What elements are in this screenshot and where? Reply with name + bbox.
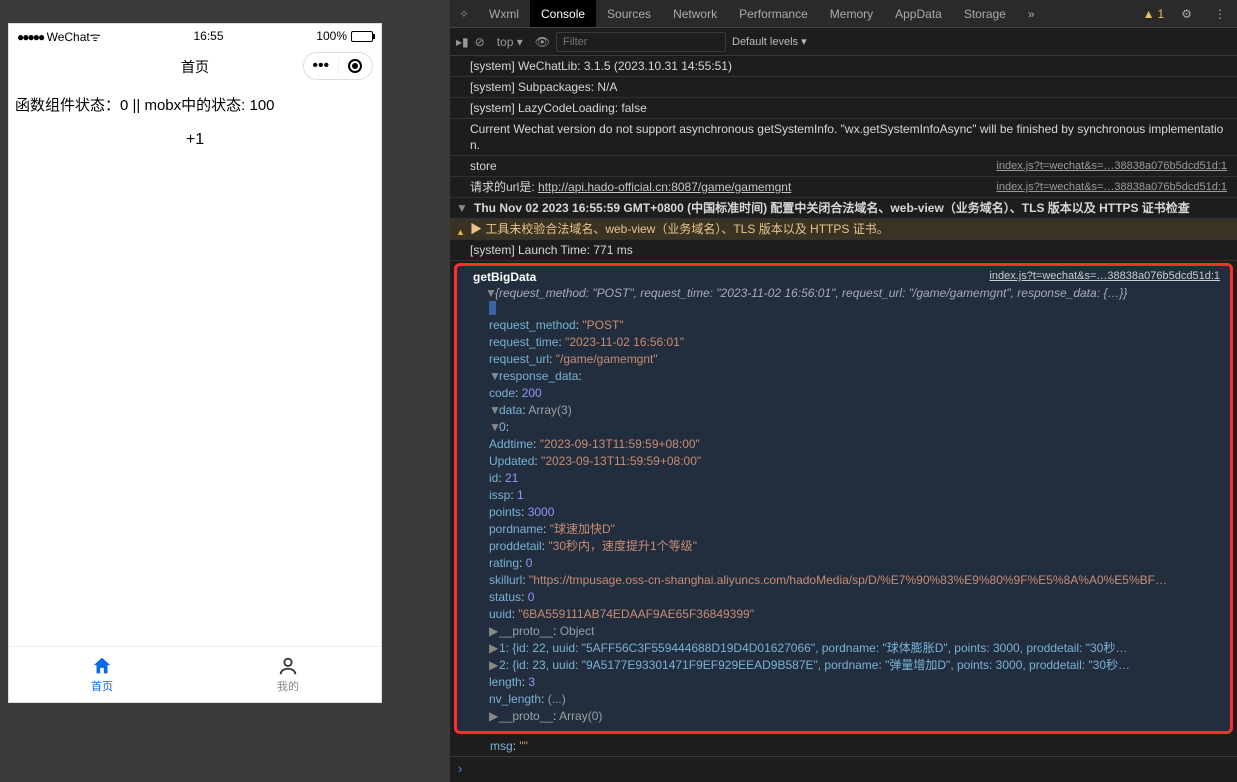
tab-label: 首页 bbox=[91, 678, 113, 694]
battery-icon bbox=[351, 31, 373, 42]
clock: 16:55 bbox=[193, 29, 223, 43]
element-picker-icon[interactable]: ⟡ bbox=[450, 0, 478, 27]
log-line: 请求的url是: http://api.hado-official.cn:808… bbox=[470, 179, 988, 195]
log-line: [system] WeChatLib: 3.1.5 (2023.10.31 14… bbox=[470, 58, 1233, 74]
disclosure-triangle-icon[interactable]: ▼ bbox=[456, 200, 466, 216]
sidebar-toggle-icon[interactable]: ▸▮ bbox=[456, 35, 469, 49]
tab-performance[interactable]: Performance bbox=[728, 0, 819, 27]
tabs-overflow-icon[interactable]: » bbox=[1017, 0, 1046, 27]
log-line: [system] Subpackages: N/A bbox=[470, 79, 1233, 95]
page-content: 函数组件状态：0 || mobx中的状态: 100 +1 bbox=[9, 86, 381, 646]
increment-button[interactable]: +1 bbox=[9, 123, 381, 157]
log-line: store bbox=[470, 158, 988, 174]
tab-console[interactable]: Console bbox=[530, 0, 596, 27]
tab-sources[interactable]: Sources bbox=[596, 0, 662, 27]
expanded-object: getBigData index.js?t=wechat&s=…38838a07… bbox=[454, 263, 1233, 734]
battery-group: 100% bbox=[316, 29, 373, 43]
log-line: [system] LazyCodeLoading: false bbox=[470, 100, 1233, 116]
tab-storage[interactable]: Storage bbox=[953, 0, 1017, 27]
log-line: msg: "" bbox=[470, 738, 1233, 754]
log-levels-selector[interactable]: Default levels ▾ bbox=[732, 35, 807, 48]
array-item-2[interactable]: 2: {id: 23, uuid: "9A5177E93301471F9EF92… bbox=[499, 658, 1130, 672]
settings-gear-icon[interactable]: ⚙ bbox=[1170, 0, 1203, 27]
console-prompt[interactable]: › bbox=[450, 756, 1237, 782]
capsule-close-icon[interactable] bbox=[339, 59, 373, 73]
tab-bar: 首页 我的 bbox=[9, 646, 381, 702]
devtools: ⟡ Wxml Console Sources Network Performan… bbox=[450, 0, 1237, 782]
tab-me[interactable]: 我的 bbox=[195, 647, 381, 702]
state-text: 函数组件状态：0 || mobx中的状态: 100 bbox=[9, 86, 381, 123]
home-icon bbox=[91, 655, 113, 677]
object-summary: ▼{request_method: "POST", request_time: … bbox=[459, 286, 1228, 300]
warning-count[interactable]: ▲1 bbox=[1137, 0, 1171, 27]
page-title: 首页 bbox=[181, 57, 209, 77]
source-link[interactable]: index.js?t=wechat&s=…38838a076b5dcd51d:1 bbox=[996, 179, 1233, 195]
array-item-1[interactable]: 1: {id: 22, uuid: "5AFF56C3F559444688D19… bbox=[499, 641, 1127, 655]
user-icon bbox=[277, 655, 299, 677]
status-bar: ●●●●● WeChatᯤ 16:55 100% bbox=[9, 24, 381, 48]
log-line: Current Wechat version do not support as… bbox=[470, 121, 1233, 153]
tab-network[interactable]: Network bbox=[662, 0, 728, 27]
tab-memory[interactable]: Memory bbox=[819, 0, 884, 27]
source-link[interactable]: index.js?t=wechat&s=…38838a076b5dcd51d:1 bbox=[996, 158, 1233, 174]
context-selector[interactable]: top ▾ bbox=[491, 35, 529, 49]
tab-appdata[interactable]: AppData bbox=[884, 0, 953, 27]
capsule-more-icon[interactable]: ••• bbox=[304, 57, 338, 75]
console-output[interactable]: [system] WeChatLib: 3.1.5 (2023.10.31 14… bbox=[450, 56, 1237, 756]
tab-wxml[interactable]: Wxml bbox=[478, 0, 530, 27]
simulator-pane: ●●●●● WeChatᯤ 16:55 100% 首页 ••• 函数组件状态：0 bbox=[0, 0, 450, 782]
phone-frame: ●●●●● WeChatᯤ 16:55 100% 首页 ••• 函数组件状态：0 bbox=[8, 23, 382, 703]
live-expr-eye-icon[interactable]: 👁 bbox=[535, 35, 550, 49]
filter-input[interactable] bbox=[556, 32, 726, 52]
more-vert-icon[interactable]: ⋮ bbox=[1203, 0, 1237, 27]
log-warning: ▶ 工具未校验合法域名、web-view（业务域名）、TLS 版本以及 HTTP… bbox=[470, 221, 1233, 237]
object-title: getBigData bbox=[473, 270, 536, 284]
devtools-tabbar: ⟡ Wxml Console Sources Network Performan… bbox=[450, 0, 1237, 28]
log-line: [system] Launch Time: 771 ms bbox=[470, 242, 1233, 258]
log-group: Thu Nov 02 2023 16:55:59 GMT+0800 (中国标准时… bbox=[474, 200, 1233, 216]
tab-label: 我的 bbox=[277, 678, 299, 694]
clear-console-icon[interactable]: ⊘ bbox=[475, 35, 485, 49]
capsule-button[interactable]: ••• bbox=[303, 52, 373, 80]
source-link[interactable]: index.js?t=wechat&s=…38838a076b5dcd51d:1 bbox=[989, 270, 1220, 284]
tab-home[interactable]: 首页 bbox=[9, 647, 195, 702]
console-toolbar: ▸▮ ⊘ top ▾ 👁 Default levels ▾ bbox=[450, 28, 1237, 56]
nav-bar: 首页 ••• bbox=[9, 48, 381, 86]
request-url-link[interactable]: http://api.hado-official.cn:8087/game/ga… bbox=[538, 180, 791, 194]
signal-carrier: ●●●●● WeChatᯤ bbox=[17, 28, 101, 45]
object-tree: request_method: "POST" request_time: "20… bbox=[459, 300, 1228, 725]
